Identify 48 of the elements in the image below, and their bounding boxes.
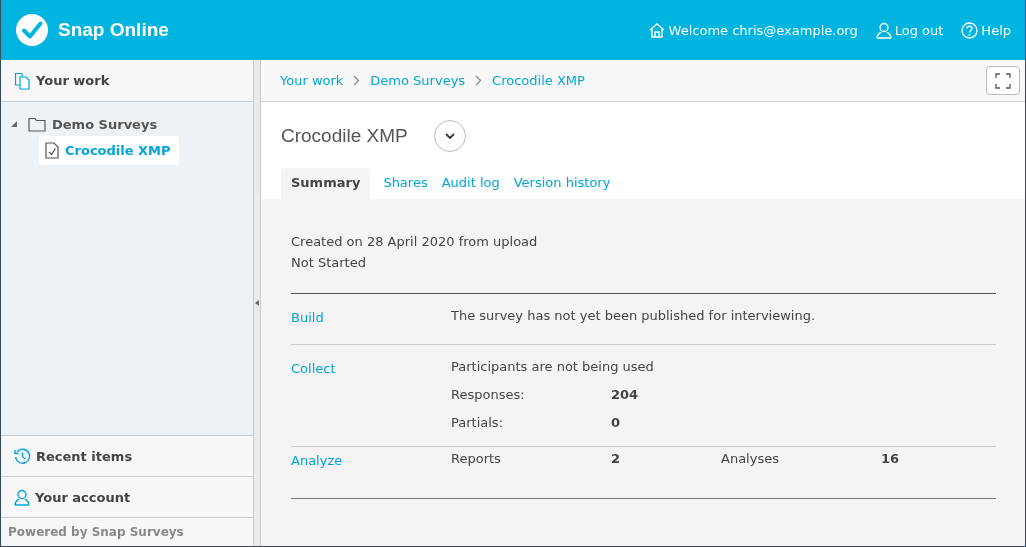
tree-item[interactable]: Demo Surveys: [1, 112, 253, 136]
fullscreen-icon: [995, 72, 1011, 89]
check-logo-icon: [16, 14, 48, 46]
field-label: Partials:: [451, 415, 504, 430]
history-icon: [14, 447, 31, 465]
breadcrumb-link[interactable]: Crocodile XMP: [492, 73, 585, 88]
collapse-arrow-icon: [255, 300, 259, 306]
survey-document-icon: [45, 142, 59, 159]
fullscreen-button[interactable]: [986, 66, 1020, 95]
dropdown-button[interactable]: [433, 120, 466, 152]
count-value: 0: [611, 415, 622, 430]
field-label: Reports: [451, 451, 502, 466]
status-text: Not Started: [291, 254, 367, 272]
breadcrumb-link[interactable]: Demo Surveys: [370, 73, 466, 88]
count-value: 204: [611, 387, 640, 402]
user-icon: [14, 488, 30, 506]
folder-icon: [28, 116, 46, 132]
tab[interactable]: Summary: [281, 168, 371, 199]
header-link[interactable]: Log out: [875, 21, 944, 39]
expanded-triangle-icon: [10, 120, 18, 128]
splitter-handle[interactable]: [253, 60, 261, 546]
tree-item[interactable]: Crocodile XMP: [39, 136, 179, 165]
survey-title: Crocodile XMP: [281, 125, 408, 147]
section-link[interactable]: Build: [291, 310, 451, 325]
chevron-down-icon: [444, 132, 455, 140]
chevron-right-icon: [353, 75, 361, 86]
help-icon: [961, 21, 979, 39]
section-link[interactable]: Analyze: [291, 453, 451, 468]
info-text: Participants are not being used: [451, 359, 654, 374]
field-label: Responses:: [451, 387, 526, 402]
info-text: The survey has not yet been published for interviewing.: [451, 308, 816, 323]
count-value: 16: [881, 451, 901, 466]
header-link[interactable]: Welcome chris@example.org: [647, 21, 858, 39]
count-value: 2: [611, 451, 622, 466]
tab[interactable]: Audit log: [434, 168, 507, 199]
app-name: Snap Online: [58, 19, 169, 41]
breadcrumb-link[interactable]: Your work: [280, 73, 344, 88]
header-link[interactable]: Help: [961, 21, 1011, 39]
tab[interactable]: Shares: [376, 168, 435, 199]
documents-icon: [14, 71, 32, 90]
user-icon: [875, 21, 892, 39]
chevron-right-icon: [475, 75, 483, 86]
created-text: Created on 28 April 2020 from upload: [291, 233, 539, 251]
sidebar-title: Your work: [36, 73, 110, 88]
home-icon: [647, 22, 666, 38]
field-label: Analyses: [721, 451, 780, 466]
tab[interactable]: Version history: [506, 168, 618, 199]
section-link[interactable]: Collect: [291, 361, 451, 430]
